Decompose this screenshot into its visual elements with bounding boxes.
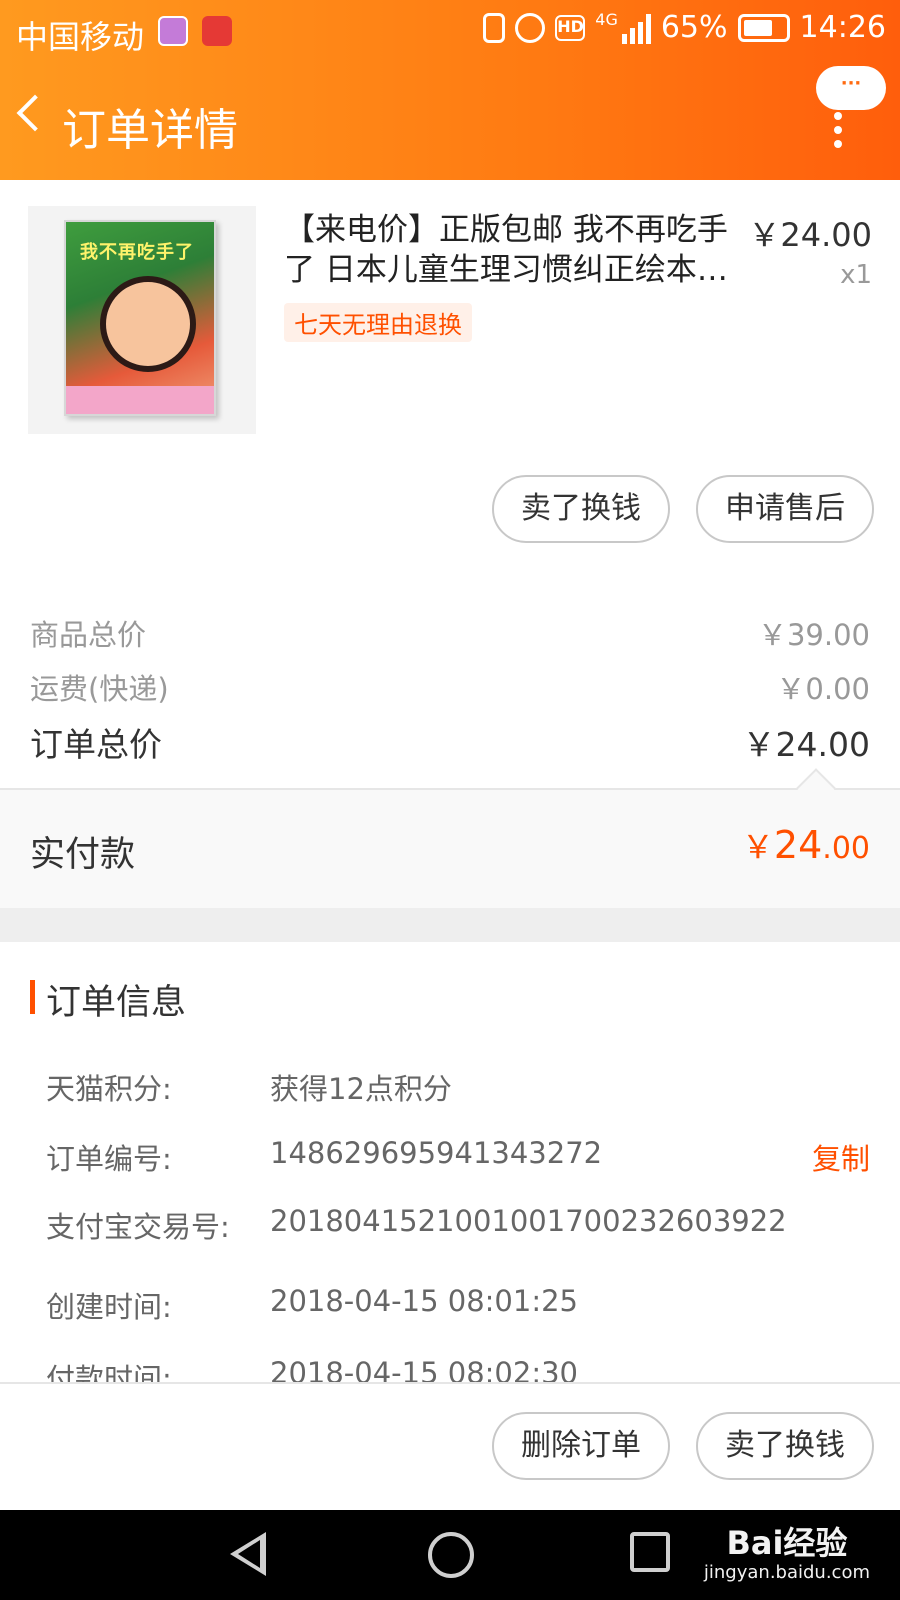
hd-icon: HD xyxy=(555,14,586,41)
carrier-name: 中国移动 xyxy=(16,18,145,56)
info-key: 创建时间: xyxy=(46,1290,172,1324)
amount-decimal: .00 xyxy=(822,831,870,866)
back-arrow-icon[interactable] xyxy=(16,94,54,132)
info-value: 获得12点积分 xyxy=(270,1072,452,1106)
clock: 14:26 xyxy=(799,10,886,45)
amount-integer: 24 xyxy=(773,823,823,867)
battery-percent: 65% xyxy=(660,10,728,45)
info-key: 订单编号: xyxy=(46,1142,172,1176)
info-key: 支付宝交易号: xyxy=(46,1210,230,1244)
shipping-label: 运费(快递) xyxy=(30,672,169,706)
section-accent-bar xyxy=(30,980,35,1014)
order-info-section: 订单信息 天猫积分: 获得12点积分 订单编号: 148629695941343… xyxy=(0,942,900,1382)
more-menu-icon[interactable] xyxy=(834,112,842,148)
product-thumbnail[interactable]: 我不再吃手了 xyxy=(28,206,256,434)
order-total-label: 订单总价 xyxy=(30,725,162,764)
info-value: 2018041521001001700232603922 xyxy=(270,1204,787,1238)
order-total-row: 订单总价 ￥24.00 xyxy=(30,718,870,766)
section-divider xyxy=(0,908,900,942)
bottom-action-bar: 删除订单 卖了换钱 xyxy=(0,1382,900,1510)
vibrate-icon xyxy=(483,12,506,43)
actual-payment-label: 实付款 xyxy=(30,835,136,875)
info-value: 2018-04-15 08:02:30 xyxy=(270,1356,578,1382)
info-value: 2018-04-15 08:01:25 xyxy=(270,1284,578,1318)
book-cover-band xyxy=(66,386,214,414)
status-bar: 中国移动 HD 4G 65% 14:26 xyxy=(0,0,900,64)
order-total-value: ￥24.00 xyxy=(742,725,870,764)
info-key: 天猫积分: xyxy=(46,1072,172,1106)
system-back-icon[interactable] xyxy=(230,1532,266,1576)
signal-icon xyxy=(621,12,651,44)
order-info-title: 订单信息 xyxy=(46,983,187,1023)
currency-symbol: ￥ xyxy=(741,828,774,866)
product-quantity: x1 xyxy=(840,260,872,290)
subtotal-value: ￥39.00 xyxy=(757,618,870,652)
sell-for-cash-button[interactable]: 卖了换钱 xyxy=(492,475,670,543)
actual-payment-amount: ￥24.00 xyxy=(742,822,870,868)
pointer-notch xyxy=(796,768,836,808)
subtotal-row: 商品总价 ￥39.00 xyxy=(30,612,870,654)
copy-order-number-button[interactable]: 复制 xyxy=(812,1136,870,1178)
book-cover-title: 我不再吃手了 xyxy=(80,242,194,263)
order-number: 148629695941343272 xyxy=(270,1136,603,1170)
subtotal-label: 商品总价 xyxy=(30,618,147,652)
alarm-icon xyxy=(515,12,546,43)
return-policy-badge: 七天无理由退换 xyxy=(284,303,472,342)
shipping-value: ￥0.00 xyxy=(776,672,870,706)
system-navigation-bar: Bai经验 jingyan.baidu.com xyxy=(0,1510,900,1600)
system-recents-icon[interactable] xyxy=(630,1532,670,1572)
info-key: 付款时间: xyxy=(46,1362,172,1382)
battery-icon xyxy=(737,13,790,42)
jd-notification-icon xyxy=(202,16,232,46)
actual-payment-box: 实付款 ￥24.00 xyxy=(0,768,900,908)
shipping-row: 运费(快递) ￥0.00 xyxy=(30,666,870,708)
book-cover-illustration xyxy=(100,276,196,372)
sell-for-cash-button-bottom[interactable]: 卖了换钱 xyxy=(696,1412,874,1480)
delete-order-button[interactable]: 删除订单 xyxy=(492,1412,670,1480)
message-bubble-icon[interactable]: ··· xyxy=(816,66,886,110)
watermark-brand: Bai经验 xyxy=(726,1524,848,1562)
baidu-jingyan-watermark: Bai经验 jingyan.baidu.com xyxy=(703,1527,870,1588)
page-title: 订单详情 xyxy=(62,105,238,156)
system-home-icon[interactable] xyxy=(428,1532,474,1578)
watermark-url: jingyan.baidu.com xyxy=(703,1562,870,1583)
gallery-notification-icon xyxy=(158,16,188,46)
book-cover: 我不再吃手了 xyxy=(64,220,216,416)
status-icons: HD 4G 65% 14:26 xyxy=(483,10,886,45)
after-sale-button[interactable]: 申请售后 xyxy=(696,475,874,543)
product-title[interactable]: 【来电价】正版包邮 我不再吃手了 日本儿童生理习惯纠正绘本 帮… xyxy=(284,210,744,290)
product-price: ￥24.00 xyxy=(748,216,872,254)
app-header: 中国移动 HD 4G 65% 14:26 订单详情 ··· xyxy=(0,0,900,180)
network-type: 4G xyxy=(595,10,618,29)
